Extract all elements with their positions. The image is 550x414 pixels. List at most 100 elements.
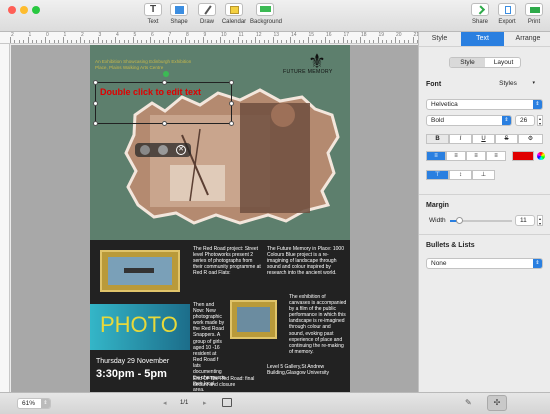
ruler-tick-label: 4 bbox=[116, 32, 119, 38]
margin-width-slider[interactable] bbox=[450, 217, 512, 224]
subtab-layout[interactable]: Layout bbox=[486, 58, 520, 67]
align-center-button[interactable]: ≡ bbox=[446, 151, 466, 161]
ruler-tick-label: 6 bbox=[151, 32, 154, 38]
export-button[interactable]: Export bbox=[492, 3, 522, 25]
vertical-ruler[interactable] bbox=[0, 44, 10, 392]
shape-tool-button[interactable]: Shape bbox=[164, 3, 194, 25]
subtab-style[interactable]: Style bbox=[450, 58, 485, 67]
ruler-tick-mark bbox=[290, 37, 291, 43]
tab-style[interactable]: Style bbox=[419, 32, 460, 46]
ruler-tick-label: 2 bbox=[81, 32, 84, 38]
text-color-well[interactable] bbox=[512, 151, 534, 161]
ruler-tick-mark bbox=[18, 40, 20, 43]
poster-page[interactable]: An Exhibition Showcasing Edinburgh Exhib… bbox=[90, 45, 350, 392]
rotate-handle[interactable] bbox=[163, 71, 169, 77]
resize-handle[interactable] bbox=[229, 80, 234, 85]
ruler-tick-mark bbox=[381, 40, 383, 43]
ruler-tick-mark bbox=[110, 40, 112, 43]
next-page-icon[interactable]: ▸ bbox=[203, 399, 207, 407]
photo-banner[interactable]: PHOTO bbox=[90, 304, 190, 350]
background-tool-button[interactable]: Background bbox=[250, 3, 282, 25]
draw-tool-button[interactable]: Draw bbox=[192, 3, 222, 25]
delete-icon[interactable]: ✕ bbox=[176, 145, 186, 155]
close-window-icon[interactable] bbox=[8, 6, 16, 14]
artist-painting-photo[interactable] bbox=[90, 45, 350, 240]
strikethrough-button[interactable]: S bbox=[495, 134, 518, 144]
slider-knob[interactable] bbox=[456, 217, 464, 224]
ruler-tick-label: 18 bbox=[361, 32, 367, 38]
bring-forward-icon[interactable] bbox=[140, 145, 150, 155]
ruler-tick-mark bbox=[176, 40, 178, 43]
inspector-toggle-icon[interactable]: ✣ bbox=[487, 395, 507, 411]
ruler-tick-mark bbox=[246, 40, 248, 43]
poster-bottom-panel[interactable]: PHOTO Thursday 29 November 3:30pm - 5pm … bbox=[90, 240, 350, 392]
minimize-window-icon[interactable] bbox=[20, 6, 28, 14]
calendar-tool-button[interactable]: Calendar bbox=[219, 3, 249, 25]
ruler-tick-mark bbox=[88, 40, 90, 43]
resize-handle[interactable] bbox=[162, 121, 167, 126]
underline-button[interactable]: U bbox=[472, 134, 495, 144]
resize-handle[interactable] bbox=[229, 101, 234, 106]
page-indicator: 1/1 bbox=[180, 400, 189, 406]
page-thumbnails-icon[interactable] bbox=[222, 398, 232, 407]
poster-top-panel[interactable]: An Exhibition Showcasing Edinburgh Exhib… bbox=[90, 45, 350, 240]
previous-page-icon[interactable]: ◂ bbox=[163, 399, 167, 407]
ruler-tick-mark bbox=[237, 37, 239, 43]
tab-arrange[interactable]: Arrange bbox=[505, 32, 550, 46]
ruler-tick-mark bbox=[198, 40, 200, 43]
valign-bottom-button[interactable]: ⊥ bbox=[472, 170, 495, 180]
font-styles-dropdown[interactable]: Styles ▾ bbox=[469, 79, 543, 90]
ruler-tick-mark bbox=[150, 37, 151, 43]
background-icon bbox=[256, 3, 274, 16]
brush-icon[interactable]: ✎ bbox=[465, 398, 475, 408]
margin-width-stepper[interactable]: ▴ ▾ bbox=[537, 215, 543, 226]
print-button[interactable]: Print bbox=[519, 3, 549, 25]
ruler-tick-label: 10 bbox=[221, 32, 227, 38]
placeholder-text[interactable]: Double click to edit text bbox=[100, 87, 201, 97]
document-canvas[interactable]: An Exhibition Showcasing Edinburgh Exhib… bbox=[11, 45, 418, 392]
zoom-select[interactable]: 61% ⇕ bbox=[17, 398, 51, 409]
font-size-stepper[interactable]: ▴ ▾ bbox=[537, 115, 543, 126]
align-center-icon: ≡ bbox=[454, 153, 458, 159]
selected-text-box[interactable]: Double click to edit text bbox=[93, 71, 234, 126]
valign-top-button[interactable]: ⊤ bbox=[426, 170, 449, 180]
font-size-field[interactable]: 26 bbox=[515, 115, 535, 126]
margin-section-title: Margin bbox=[426, 202, 449, 209]
resize-handle[interactable] bbox=[93, 121, 98, 126]
bullets-section-title: Bullets & Lists bbox=[426, 242, 475, 249]
font-family-select[interactable]: Helvetica ⇕ bbox=[426, 99, 543, 110]
valign-middle-button[interactable]: ↕ bbox=[449, 170, 472, 180]
framed-photo-middle[interactable] bbox=[230, 300, 277, 339]
bold-button[interactable]: B bbox=[426, 134, 449, 144]
bullets-select[interactable]: None ⇕ bbox=[426, 258, 543, 269]
share-button[interactable]: Share bbox=[465, 3, 495, 25]
ruler-tick-mark bbox=[346, 40, 348, 43]
justify-button[interactable]: ≡ bbox=[486, 151, 506, 161]
width-label: Width bbox=[429, 217, 446, 224]
styles-label: Styles bbox=[499, 80, 517, 87]
ruler-tick-mark bbox=[145, 40, 147, 43]
ruler-tick-mark bbox=[250, 40, 252, 43]
margin-width-field[interactable]: 11 bbox=[515, 215, 535, 226]
text-options-button[interactable]: ⚙ bbox=[518, 134, 543, 144]
send-backward-icon[interactable] bbox=[158, 145, 168, 155]
color-picker-icon[interactable] bbox=[537, 152, 545, 160]
horizontal-ruler[interactable]: 21012345678910111213141516171819202122 bbox=[0, 32, 418, 44]
zoom-window-icon[interactable] bbox=[32, 6, 40, 14]
align-right-button[interactable]: ≡ bbox=[466, 151, 486, 161]
resize-handle[interactable] bbox=[229, 121, 234, 126]
italic-button[interactable]: I bbox=[449, 134, 472, 144]
tab-text[interactable]: Text bbox=[461, 32, 504, 46]
resize-handle[interactable] bbox=[162, 80, 167, 85]
format-inspector: Style Text Arrange Style Layout Font Sty… bbox=[418, 32, 550, 392]
font-weight-select[interactable]: Bold ⇕ bbox=[426, 115, 512, 126]
resize-handle[interactable] bbox=[93, 80, 98, 85]
column1-paragraph: End Of The Red Road: final decant and cl… bbox=[193, 376, 255, 389]
ruler-tick-mark bbox=[320, 40, 322, 43]
framed-photo-top[interactable] bbox=[100, 250, 180, 292]
ruler-tick-mark bbox=[403, 40, 405, 43]
resize-handle[interactable] bbox=[93, 101, 98, 106]
align-left-button[interactable]: ≡ bbox=[426, 151, 446, 161]
ruler-tick-mark bbox=[364, 40, 366, 43]
ruler-tick-mark bbox=[294, 40, 296, 43]
